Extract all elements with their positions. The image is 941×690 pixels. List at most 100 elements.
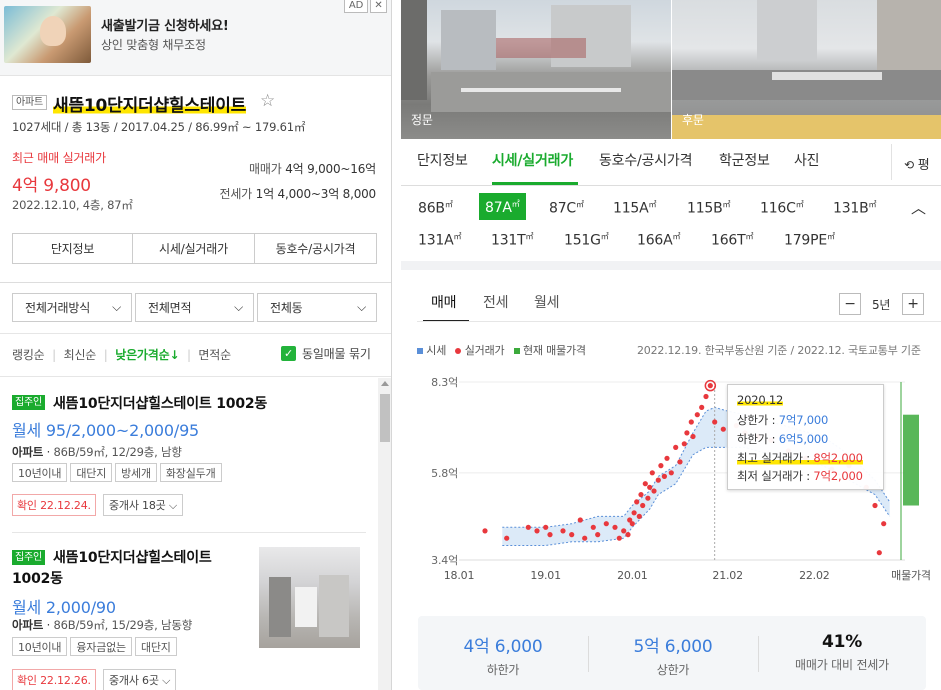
tab-monthly[interactable]: 월세 — [534, 292, 560, 312]
real-deal-point — [694, 412, 700, 418]
spec-detail: 86B/59㎡, 12/29층, 남향 — [53, 445, 182, 459]
summary-lower: 4억 6,000 하한가 — [418, 632, 588, 678]
real-deal-point — [690, 433, 696, 440]
legend-market: 시세 — [426, 344, 447, 357]
tab-complex-info[interactable]: 단지정보 — [12, 233, 133, 264]
scroll-up-icon[interactable] — [381, 381, 389, 386]
x-tick-label: 18.01 — [444, 569, 475, 582]
sort-latest[interactable]: 최신순 — [64, 348, 97, 362]
area-label: 87A — [485, 199, 512, 216]
scrollbar[interactable] — [378, 378, 391, 690]
confirm-date: 확인 22.12.26. — [12, 669, 96, 690]
tag: 화장실두개 — [159, 463, 222, 482]
summary-ratio-value: 41% — [821, 632, 863, 652]
period-value: 5년 — [872, 298, 891, 312]
chart-source-note: 2022.12.19. 한국부동산원 기준 / 2022.12. 국토교통부 기… — [637, 344, 921, 357]
area-select[interactable]: 전체면적 ⌵ — [135, 293, 254, 322]
list-item[interactable]: 집주인 새뜸10단지더샵힐스테이트 1002동 월세 95/2,000~2,00… — [0, 377, 378, 532]
divider — [0, 282, 391, 283]
tooltip-max-label: 최고 실거래가 : — [737, 451, 814, 465]
real-deal-point — [560, 528, 566, 534]
photo-front-gate[interactable]: 정문 — [401, 0, 671, 139]
area-chip[interactable]: 166A㎡ — [637, 231, 681, 249]
tag: 10년이내 — [12, 637, 68, 656]
area-label: 115B — [687, 200, 723, 217]
area-label: 131A — [418, 232, 454, 249]
area-label: 115A — [613, 200, 649, 217]
tooltip-date: 2020.12 — [737, 393, 784, 407]
area-chip[interactable]: 131T㎡ — [491, 231, 533, 249]
listing-title: 새뜸10단지더샵힐스테이트 1002동 — [53, 396, 268, 412]
list-item[interactable]: 집주인 새뜸10단지더샵힐스테이트 1002동 월세 2,000/90 아파트 … — [0, 533, 378, 690]
scroll-thumb[interactable] — [380, 394, 390, 442]
area-chip[interactable]: 115A㎡ — [613, 199, 657, 217]
real-deal-point — [876, 550, 882, 556]
real-deal-point — [668, 470, 674, 476]
real-deal-point — [647, 484, 653, 490]
ad-close-button[interactable]: ✕ — [370, 0, 387, 13]
divider — [0, 333, 391, 334]
tab-complex-info[interactable]: 단지정보 — [417, 150, 468, 170]
tab-price-history[interactable]: 시세/실거래가 — [492, 150, 573, 170]
spec-detail: 86B/59㎡, 15/29층, 남동향 — [53, 618, 193, 632]
complex-name: 새뜸10단지더샵힐스테이트 — [53, 91, 246, 116]
area-unit: ㎡ — [453, 232, 462, 241]
real-deal-point — [642, 481, 648, 487]
tab-price[interactable]: 시세/실거래가 — [133, 233, 255, 264]
dong-select[interactable]: 전체동 ⌵ — [257, 293, 377, 322]
tooltip-max: 최고 실거래가 : 8억2,000 — [737, 450, 863, 466]
area-chip[interactable]: 116C㎡ — [760, 199, 804, 217]
sort-low-price[interactable]: 낮은가격순↓ — [115, 348, 179, 362]
x-tick-label: 19.01 — [530, 569, 561, 582]
area-unit: ㎡ — [576, 200, 584, 209]
tab-photos[interactable]: 사진 — [794, 150, 820, 170]
chevron-down-icon: ⌵ — [234, 300, 243, 314]
area-chip[interactable]: 131A㎡ — [418, 231, 462, 249]
area-chip[interactable]: 86B㎡ — [418, 199, 453, 217]
agents-button[interactable]: 중개사 6곳 ⌵ — [103, 669, 177, 690]
photo-label-back: 후문 — [682, 113, 704, 127]
recent-deal-label: 최근 매매 실거래가 — [12, 151, 106, 165]
area-label: 179PE — [784, 232, 828, 249]
tab-jeonse[interactable]: 전세 — [483, 292, 509, 312]
area-chip[interactable]: 131B㎡ — [833, 199, 877, 217]
area-chip[interactable]: 115B㎡ — [687, 199, 731, 217]
real-deal-point — [651, 488, 657, 494]
summary-upper-label: 상한가 — [656, 663, 690, 677]
period-minus-button[interactable]: − — [839, 293, 861, 315]
sort-ranking[interactable]: 랭킹순 — [12, 348, 45, 362]
spec-type: 아파트 — [12, 445, 44, 459]
real-deal-point — [543, 524, 549, 530]
area-chip-selected[interactable]: 87A㎡ — [479, 193, 526, 220]
collapse-chevron-icon[interactable]: ︿ — [911, 197, 926, 218]
real-deal-point — [634, 499, 640, 505]
ad-banner[interactable]: 새출발기금 신청하세요! 상인 맞춤형 채무조정 AD ✕ — [0, 0, 391, 76]
agents-button[interactable]: 중개사 18곳 ⌵ — [103, 494, 184, 516]
ad-image-person — [40, 16, 66, 46]
deal-type-select[interactable]: 전체거래방식 ⌵ — [12, 293, 132, 322]
tab-dong-ho[interactable]: 동호수/공시가격 — [255, 233, 377, 264]
owner-badge: 집주인 — [12, 395, 45, 410]
sale-label: 매매가 — [249, 162, 282, 176]
area-chip[interactable]: 151G㎡ — [564, 231, 609, 249]
tab-sale[interactable]: 매매 — [431, 292, 457, 312]
tab-school[interactable]: 학군정보 — [719, 150, 770, 170]
area-chip[interactable]: 87C㎡ — [549, 199, 584, 217]
favorite-star-icon[interactable]: ☆ — [260, 91, 275, 111]
real-deal-point — [625, 532, 631, 538]
sort-area[interactable]: 면적순 — [198, 348, 231, 362]
area-chip[interactable]: 179PE㎡ — [784, 231, 835, 249]
x-tick-label: 매물가격 — [891, 569, 931, 582]
area-chip[interactable]: 166T㎡ — [711, 231, 753, 249]
photo-back-gate[interactable]: 후문 — [672, 0, 941, 139]
checkbox-checked-icon[interactable]: ✓ — [281, 346, 296, 361]
same-listing-toggle[interactable]: ✓ 동일매물 묶기 — [281, 345, 371, 362]
detail-panel: 정문 후문 단지정보 시세/실거래가 동호수/공시가격 학군정보 사진 ⟲ 평 … — [401, 0, 941, 690]
area-unit: ㎡ — [600, 232, 609, 241]
unit-toggle[interactable]: ⟲ 평 — [904, 154, 930, 173]
listing-photo[interactable] — [259, 547, 360, 648]
area-unit: ㎡ — [745, 232, 754, 241]
period-plus-button[interactable]: + — [902, 293, 924, 315]
real-deal-point — [655, 477, 661, 483]
tab-dong-ho-price[interactable]: 동호수/공시가격 — [599, 150, 692, 170]
